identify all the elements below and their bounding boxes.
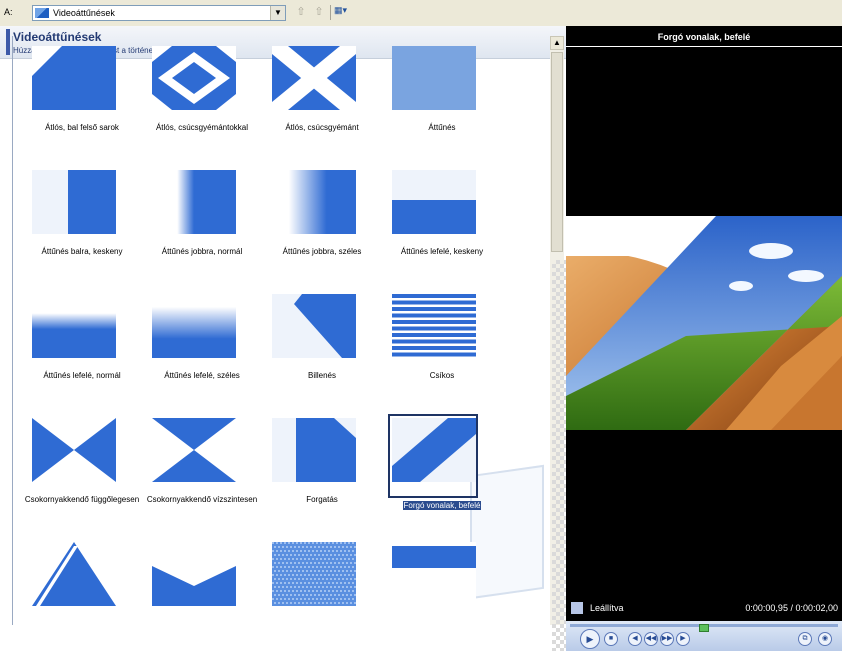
transition-label: Áttűnés lefelé, normál <box>23 370 141 381</box>
diamond-icon <box>152 46 236 110</box>
scroll-up-icon[interactable]: ▲ <box>550 36 564 50</box>
preview-monitor: Forgó vonalak, befelé Leállítva 0:00:00,… <box>566 26 842 651</box>
forward-icon[interactable]: ▶▶ <box>660 632 674 646</box>
transition-label-text: Áttűnés <box>428 123 456 132</box>
bowtie-horizontal-icon <box>152 418 236 482</box>
transition-label: Csíkos <box>383 370 501 381</box>
transition-label: Áttűnés jobbra, normál <box>143 246 261 257</box>
transition-label: Áttűnés lefelé, széles <box>143 370 261 381</box>
transition-label-text: Áttűnés balra, keskeny <box>41 247 123 256</box>
view-options-icon[interactable]: ▦▾ <box>334 5 354 19</box>
forward-folder-icon[interactable]: ⇧ <box>312 5 326 19</box>
up-folder-icon[interactable]: ⇧ <box>294 5 308 19</box>
band-icon <box>392 542 476 606</box>
monitor-icon <box>571 602 583 614</box>
stop-icon[interactable]: ■ <box>604 632 618 646</box>
diag-corner-icon <box>32 46 116 110</box>
play-icon[interactable]: ▶ <box>580 629 600 649</box>
transition-label: Forgatás <box>263 494 381 505</box>
transition-label: Forgó vonalak, befelé <box>383 500 501 511</box>
transition-label: Billenés <box>263 370 381 381</box>
wipe-down-narrow-icon <box>392 170 476 234</box>
cross-icon <box>272 46 356 110</box>
transition-label: Áttűnés jobbra, széles <box>263 246 381 257</box>
transition-label: Áttűnés <box>383 122 501 133</box>
preview-screen <box>566 216 842 430</box>
transition-label-text: Áttűnés lefelé, keskeny <box>400 247 484 256</box>
chevron-down-icon[interactable]: ▼ <box>270 6 285 20</box>
wipe-down-normal-icon <box>32 294 116 358</box>
playback-time: 0:00:00,95 / 0:00:02,00 <box>745 603 838 613</box>
snapshot-icon[interactable]: ◉ <box>818 632 832 646</box>
transition-label: Áttűnés lefelé, keskeny <box>383 246 501 257</box>
wipe-down-wide-icon <box>152 294 236 358</box>
transition-label: Csokornyakkendő vízszintesen <box>143 494 261 505</box>
toolbar-separator <box>330 5 331 20</box>
rotate-icon <box>272 418 356 482</box>
scroll-thumb[interactable] <box>551 52 563 252</box>
address-value: Videoáttűnések <box>53 8 115 18</box>
address-toolbar: A: Videoáttűnések ▼ ⇧ ⇧ ▦▾ <box>0 0 842 27</box>
transition-label: Átlós, bal felső sarok <box>23 122 141 133</box>
bowtie-vertical-icon <box>32 418 116 482</box>
transition-label-text: Áttűnés lefelé, széles <box>164 371 240 380</box>
transition-label: Csokornyakkendő függőlegesen <box>23 494 141 505</box>
transition-label-text: Átlós, csúcsgyémántokkal <box>155 123 249 132</box>
next-frame-icon[interactable]: ▶ <box>676 632 690 646</box>
transition-label: Átlós, csúcsgyémánt <box>263 122 381 133</box>
drag-area-background <box>552 260 566 651</box>
playback-status-bar: Leállítva 0:00:00,95 / 0:00:02,00 <box>566 599 842 621</box>
seek-bar[interactable] <box>570 624 838 632</box>
transition-label-text: Csokornyakkendő vízszintesen <box>146 495 258 504</box>
address-combobox[interactable]: Videoáttűnések ▼ <box>32 5 286 21</box>
transition-label: Áttűnés balra, keskeny <box>23 246 141 257</box>
rotating-lines-icon <box>392 418 476 482</box>
playback-status: Leállítva <box>590 603 624 613</box>
preview-title: Forgó vonalak, befelé <box>657 32 751 42</box>
preview-divider <box>566 46 842 47</box>
chevron-up-icon <box>32 542 116 606</box>
fade-icon <box>392 46 476 110</box>
rewind-icon[interactable]: ◀◀ <box>644 632 658 646</box>
transition-label-text: Csíkos <box>429 371 455 380</box>
transition-label-text: Átlós, bal felső sarok <box>45 123 119 132</box>
transition-label-text: Áttűnés jobbra, normál <box>161 247 243 256</box>
transition-label-text: Billenés <box>307 371 336 380</box>
transition-grid: Átlós, bal felső sarok Átlós, csúcsgyémán… <box>12 36 551 625</box>
address-label: A: <box>4 7 13 17</box>
seek-handle[interactable] <box>699 624 709 632</box>
transition-label-text: Forgó vonalak, befelé <box>402 501 482 510</box>
transition-label-text: Forgatás <box>306 495 338 504</box>
wipe-right-normal-icon <box>152 170 236 234</box>
transition-label-text: Átlós, csúcsgyémánt <box>285 123 359 132</box>
transition-label-text: Áttűnés lefelé, normál <box>43 371 121 380</box>
playback-controls: ▶ ■ ◀ ◀◀ ▶▶ ▶ ⧉ ◉ <box>566 621 842 651</box>
header-accent <box>6 29 10 55</box>
stripes-icon <box>392 294 476 358</box>
folder-icon <box>35 8 49 18</box>
split-clip-icon[interactable]: ⧉ <box>798 632 812 646</box>
preview-image <box>566 216 842 430</box>
mosaic-icon <box>272 542 356 606</box>
wipe-left-narrow-icon <box>32 170 116 234</box>
tilt-icon <box>272 294 356 358</box>
chevron-down-icon <box>152 542 236 606</box>
previous-frame-icon[interactable]: ◀ <box>628 632 642 646</box>
transition-label-text: Csokornyakkendő függőlegesen <box>24 495 140 504</box>
transition-label: Átlós, csúcsgyémántokkal <box>143 122 261 133</box>
wipe-right-wide-icon <box>272 170 356 234</box>
transition-label-text: Áttűnés jobbra, széles <box>282 247 362 256</box>
